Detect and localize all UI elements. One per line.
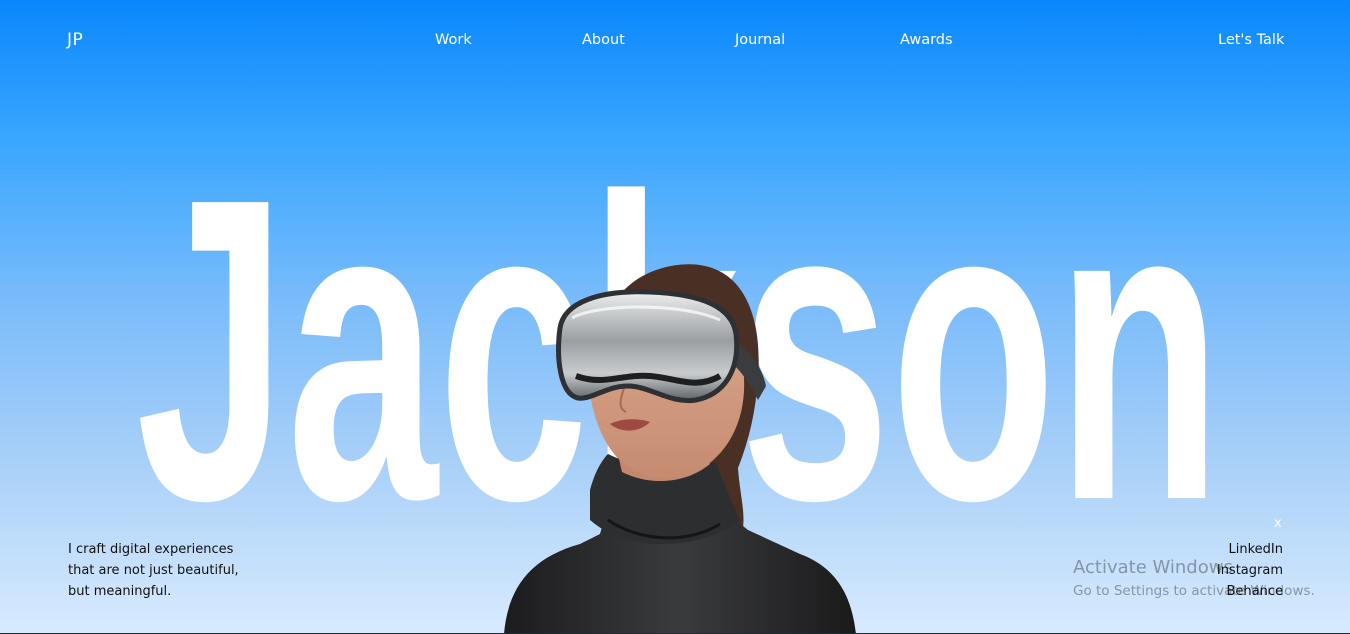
top-navigation: JP Work About Journal Awards Let's Talk <box>0 0 1350 82</box>
tagline-line: I craft digital experiences <box>68 542 234 557</box>
linkedin-link[interactable]: LinkedIn <box>1217 539 1283 560</box>
close-icon[interactable]: x <box>1274 516 1282 531</box>
social-links: LinkedIn Instagram Behance <box>1217 539 1283 602</box>
tagline: I craft digital experiences that are not… <box>68 539 308 602</box>
behance-link[interactable]: Behance <box>1217 581 1283 602</box>
lets-talk-link[interactable]: Let's Talk <box>1218 32 1284 48</box>
tagline-line: that are not just beautiful, <box>68 563 239 578</box>
logo[interactable]: JP <box>67 30 83 50</box>
nav-link-work[interactable]: Work <box>435 32 472 48</box>
nav-link-awards[interactable]: Awards <box>900 32 953 48</box>
portrait-image <box>500 258 860 634</box>
instagram-link[interactable]: Instagram <box>1217 560 1283 581</box>
nav-link-journal[interactable]: Journal <box>735 32 785 48</box>
nav-link-about[interactable]: About <box>582 32 625 48</box>
tagline-line: but meaningful. <box>68 584 172 599</box>
